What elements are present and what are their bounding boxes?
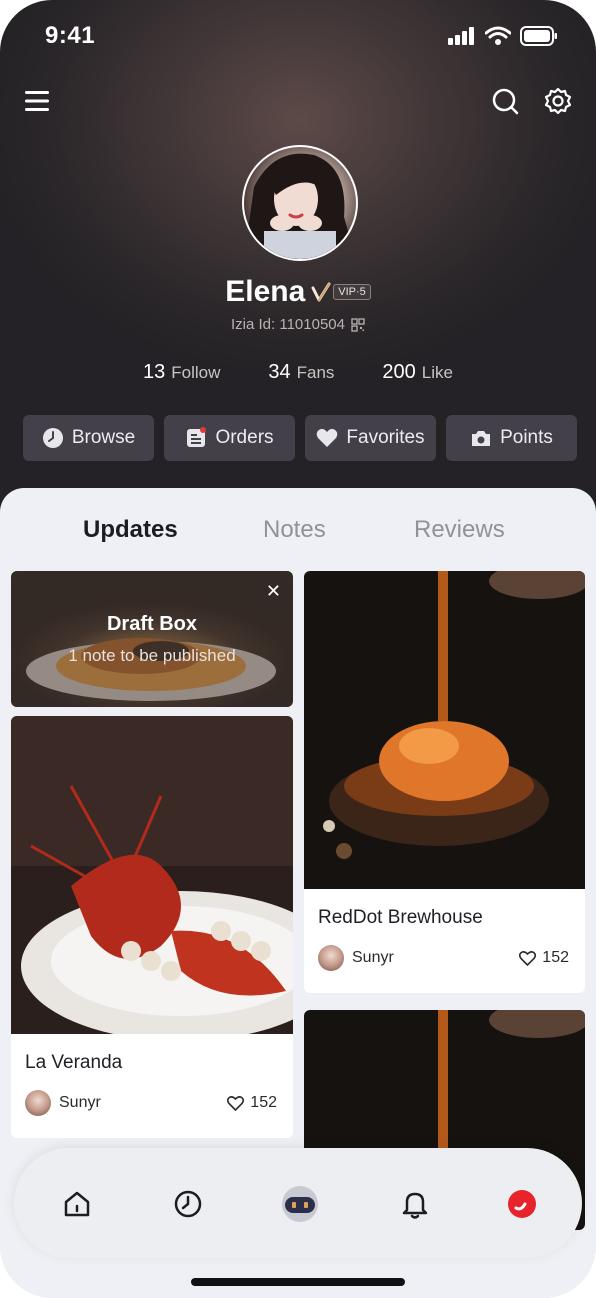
stat-follow[interactable]: 13 Follow — [143, 361, 220, 384]
profile-name-row: Elena VIP·5 — [0, 275, 596, 309]
card-author[interactable]: Sunyr — [318, 945, 394, 971]
like-button[interactable]: 152 — [227, 1094, 277, 1112]
orders-label: Orders — [215, 427, 274, 448]
clock-icon — [42, 428, 63, 448]
like-button[interactable]: 152 — [519, 949, 569, 967]
battery-icon — [520, 26, 557, 46]
signal-icon — [448, 27, 474, 45]
profile-stats: 13 Follow 34 Fans 200 Like — [0, 361, 596, 384]
points-button[interactable]: Points — [446, 415, 577, 461]
app-screen: 9:41 Elena VIP·5 Izia Id: 11010504 13 Fo… — [0, 0, 596, 1298]
draft-box-card[interactable]: Draft Box 1 note to be published ✕ — [11, 571, 293, 707]
vip-badge[interactable]: VIP·5 — [311, 282, 371, 302]
like-count: 152 — [542, 949, 569, 966]
bell-icon[interactable] — [395, 1184, 435, 1224]
status-icons — [448, 26, 558, 46]
status-bar: 9:41 — [0, 22, 596, 54]
heart-outline-icon — [227, 1095, 245, 1111]
profile-name: Elena — [225, 275, 306, 308]
content-tabs: Updates Notes Reviews — [0, 516, 596, 584]
profile-id-row: Izia Id: 11010504 — [0, 316, 596, 333]
checkmark-badge-icon — [311, 282, 331, 302]
profile-header: 9:41 Elena VIP·5 Izia Id: 11010504 13 Fo… — [0, 0, 596, 520]
profile-avatar[interactable] — [242, 145, 358, 261]
search-icon[interactable] — [487, 83, 523, 119]
card-title: La Veranda — [25, 1052, 123, 1073]
stat-label: Follow — [171, 363, 221, 382]
tab-reviews[interactable]: Reviews — [414, 516, 505, 544]
wifi-icon — [485, 26, 511, 45]
bottom-navigation — [14, 1148, 582, 1258]
draft-subtitle: 1 note to be published — [68, 646, 236, 665]
stat-like[interactable]: 200 Like — [382, 361, 453, 384]
card-author[interactable]: Sunyr — [25, 1090, 101, 1116]
quick-actions: Browse Orders Favorites Points — [23, 415, 577, 461]
hamburger-menu-icon[interactable] — [19, 83, 55, 119]
clock-icon[interactable] — [168, 1184, 208, 1224]
author-avatar — [25, 1090, 51, 1116]
status-time: 9:41 — [45, 22, 96, 49]
vip-level-label: VIP·5 — [333, 284, 371, 300]
camera-icon — [472, 431, 491, 446]
stat-value: 200 — [382, 361, 416, 383]
home-icon[interactable] — [57, 1184, 97, 1224]
author-name: Sunyr — [59, 1094, 101, 1111]
draft-overlay — [11, 571, 293, 707]
favorites-button[interactable]: Favorites — [305, 415, 436, 461]
author-avatar — [318, 945, 344, 971]
avatar-portrait — [244, 153, 356, 259]
heart-icon — [317, 428, 338, 447]
stat-label: Fans — [296, 363, 335, 382]
feed-card[interactable]: RedDot Brewhouse Sunyr 152 — [304, 571, 585, 993]
feed-card[interactable]: La Veranda Sunyr 152 — [11, 716, 293, 1138]
points-label: Points — [500, 427, 553, 448]
robot-icon[interactable] — [280, 1184, 320, 1224]
brand-icon[interactable] — [502, 1184, 542, 1224]
tab-notes[interactable]: Notes — [263, 516, 326, 544]
orders-button[interactable]: Orders — [164, 415, 295, 461]
stat-label: Like — [421, 363, 453, 382]
stat-value: 34 — [268, 361, 291, 383]
tab-updates[interactable]: Updates — [83, 516, 178, 544]
stat-fans[interactable]: 34 Fans — [268, 361, 334, 384]
gear-icon[interactable] — [540, 83, 576, 119]
close-icon[interactable]: ✕ — [266, 581, 281, 602]
heart-outline-icon — [519, 950, 537, 966]
favorites-label: Favorites — [346, 427, 425, 448]
profile-id: Izia Id: 11010504 — [231, 316, 345, 333]
browse-button[interactable]: Browse — [23, 415, 154, 461]
draft-title: Draft Box — [106, 613, 197, 635]
stat-value: 13 — [143, 361, 166, 383]
card-image-lobster — [11, 716, 293, 1034]
like-count: 152 — [250, 1094, 277, 1111]
qr-code-icon[interactable] — [351, 317, 365, 332]
card-title: RedDot Brewhouse — [318, 907, 483, 928]
card-image-crab — [304, 571, 585, 889]
browse-label: Browse — [71, 427, 136, 448]
home-indicator — [191, 1278, 405, 1286]
author-name: Sunyr — [352, 949, 394, 966]
orders-icon — [187, 427, 207, 447]
